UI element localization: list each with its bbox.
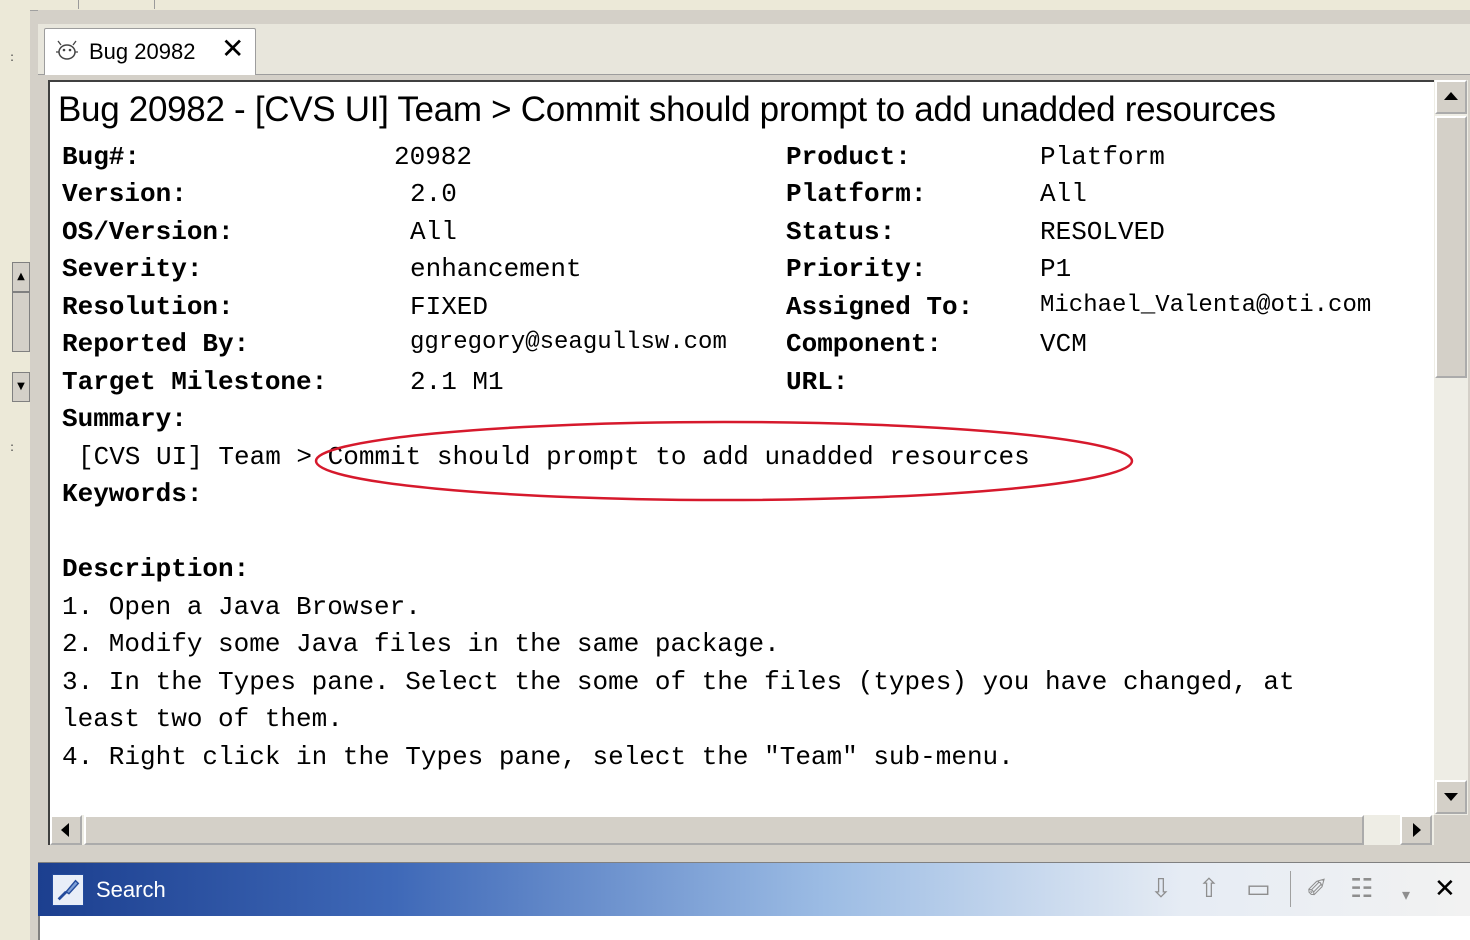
close-icon[interactable]: ✕ [1434, 875, 1456, 903]
arrow-right-icon [1413, 823, 1421, 837]
field-value-target-milestone: 2.1 M1 [410, 367, 504, 397]
field-value-product: Platform [1040, 142, 1165, 172]
description-label: Description: [62, 554, 250, 584]
left-view-edge [0, 10, 30, 940]
scroll-down-button[interactable]: ▼ [12, 372, 30, 402]
arrow-down-icon [1444, 793, 1458, 801]
field-label-status: Status: [786, 217, 896, 247]
summary-label: Summary: [62, 404, 187, 434]
page-title: Bug 20982 - [CVS UI] Team > Commit shoul… [58, 90, 1276, 129]
toolbar-separator [78, 0, 79, 9]
search-view-title-bar[interactable]: Search ⇩ ⇧ ▭ ✐ ☷ ▾ ✕ [38, 862, 1470, 917]
field-label-resolution: Resolution: [62, 292, 234, 322]
close-icon[interactable]: ✕ [221, 33, 244, 65]
minimize-icon[interactable]: ▭ [1246, 875, 1271, 903]
field-label-severity: Severity: [62, 254, 203, 284]
toolbar-separator [1290, 871, 1291, 907]
arrow-left-icon [61, 823, 69, 837]
scroll-left-button[interactable] [50, 815, 82, 845]
scroll-right-button[interactable] [1400, 815, 1432, 845]
description-line: 2. Modify some Java files in the same pa… [62, 629, 780, 659]
left-view-tick: : [10, 440, 15, 454]
field-label-platform: Platform: [786, 179, 927, 209]
scroll-up-button[interactable] [1435, 80, 1467, 114]
field-value-os-version: All [410, 217, 457, 247]
field-label-assigned-to: Assigned To: [786, 292, 974, 322]
field-value-status: RESOLVED [1040, 217, 1165, 247]
tab-bug-20982[interactable]: Bug 20982 ✕ [44, 28, 256, 75]
description-line: least two of them. [62, 704, 343, 734]
field-label-product: Product: [786, 142, 911, 172]
search-view-body [38, 916, 1470, 940]
field-label-bug-id: Bug#: [62, 142, 141, 172]
left-view-tick: : [10, 50, 15, 64]
description-line: 4. Right click in the Types pane, select… [62, 742, 1014, 772]
keywords-label: Keywords: [62, 479, 203, 509]
field-label-os-version: OS/Version: [62, 217, 234, 247]
vertical-scroll-thumb[interactable] [1435, 116, 1467, 378]
description-line: 1. Open a Java Browser. [62, 592, 421, 622]
vertical-scrollbar[interactable] [1434, 80, 1468, 815]
field-label-component: Component: [786, 329, 943, 359]
description-line: 3. In the Types pane. Select the some of… [62, 667, 1295, 697]
scroll-down-button[interactable] [1435, 780, 1467, 814]
field-label-version: Version: [62, 179, 187, 209]
arrow-up-icon[interactable]: ⇧ [1198, 875, 1220, 903]
field-value-severity: enhancement [410, 254, 582, 284]
field-value-reported-by: ggregory@seagullsw.com [410, 329, 727, 356]
horizontal-scroll-thumb[interactable] [84, 815, 1364, 845]
annotation-ellipse [314, 420, 1134, 502]
search-view-title: Search [96, 877, 166, 902]
field-value-bug-id: 20982 [394, 142, 473, 172]
pin-icon[interactable]: ✐ [1306, 875, 1328, 903]
field-value-platform: All [1040, 179, 1087, 209]
scroll-up-button[interactable]: ▲ [12, 262, 30, 292]
horizontal-scrollbar[interactable] [48, 815, 1434, 845]
arrow-down-icon[interactable]: ⇩ [1150, 875, 1172, 903]
field-value-priority: P1 [1040, 254, 1072, 284]
field-label-target-milestone: Target Milestone: [62, 367, 328, 397]
history-icon[interactable]: ☷ [1350, 875, 1373, 903]
toolbar-separator [154, 0, 155, 9]
left-view-scrollbar[interactable] [12, 292, 30, 352]
tab-label: Bug 20982 [89, 39, 196, 64]
field-value-version: 2.0 [410, 179, 457, 209]
view-menu-icon[interactable]: ▾ [1402, 881, 1410, 909]
field-value-resolution: FIXED [410, 292, 489, 322]
field-label-reported-by: Reported By: [62, 329, 250, 359]
search-icon [52, 874, 84, 906]
arrow-up-icon [1444, 92, 1458, 100]
scrollbar-corner [1434, 815, 1468, 845]
field-label-url: URL: [786, 367, 849, 397]
field-value-component: VCM [1040, 329, 1087, 359]
bug-icon [56, 40, 78, 60]
field-label-priority: Priority: [786, 254, 927, 284]
field-value-assigned-to: Michael_Valenta@oti.com [1040, 292, 1372, 319]
